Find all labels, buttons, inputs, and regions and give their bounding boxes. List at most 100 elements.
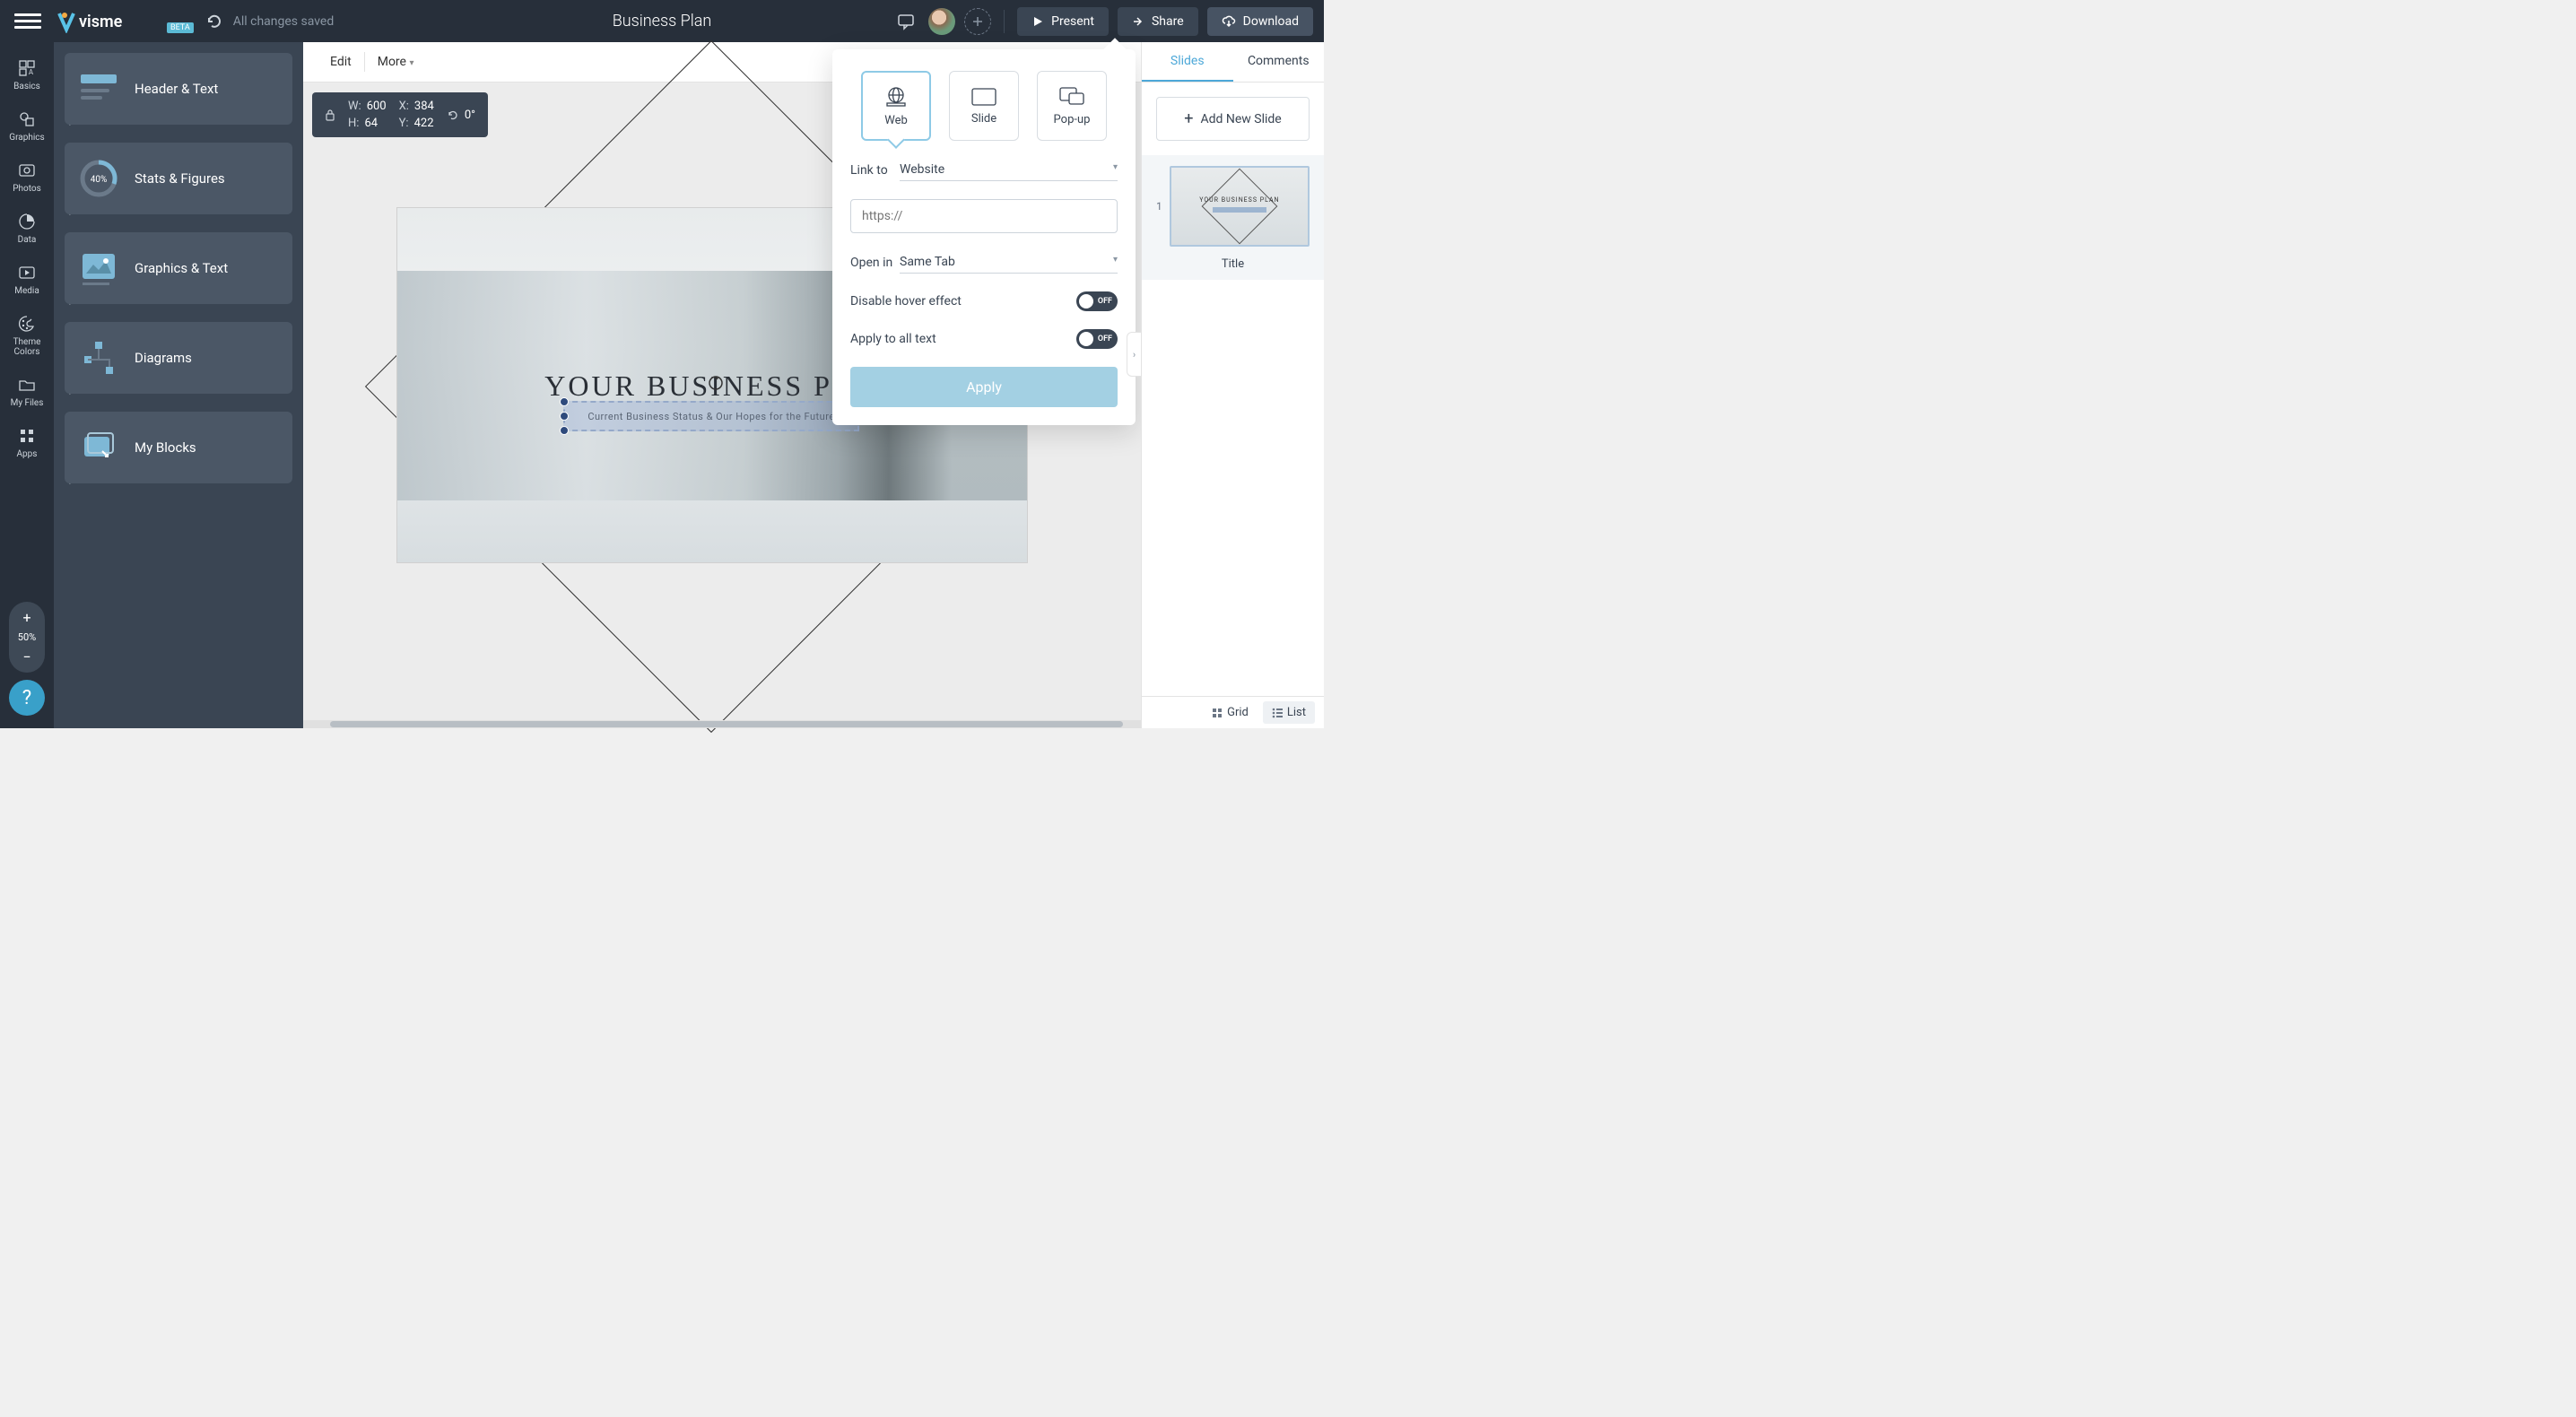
category-diagrams[interactable]: Diagrams bbox=[65, 322, 292, 394]
globe-icon bbox=[884, 85, 908, 109]
list-view-button[interactable]: List bbox=[1263, 701, 1315, 724]
share-button[interactable]: Share bbox=[1118, 7, 1198, 36]
play-icon bbox=[1031, 15, 1044, 28]
chevron-down-icon: ▾ bbox=[1113, 162, 1118, 177]
width-value[interactable]: 600 bbox=[367, 100, 387, 113]
action-tab-label: Slide bbox=[971, 112, 996, 126]
rail-my-files[interactable]: My Files bbox=[0, 366, 54, 417]
thumb-title: YOUR BUSINESS PLAN bbox=[1199, 196, 1279, 204]
category-label: Diagrams bbox=[135, 350, 192, 366]
action-tab-web[interactable]: Web bbox=[861, 71, 931, 141]
apply-button[interactable]: Apply bbox=[850, 367, 1118, 407]
present-button[interactable]: Present bbox=[1017, 7, 1109, 36]
link-to-select[interactable]: Website ▾ bbox=[900, 159, 1118, 181]
document-title[interactable]: Business Plan bbox=[613, 12, 712, 30]
action-tab-label: Web bbox=[884, 114, 908, 127]
zoom-control[interactable]: + 50% − bbox=[9, 602, 45, 673]
header-text-icon bbox=[79, 69, 118, 109]
category-graphics-text[interactable]: Graphics & Text bbox=[65, 232, 292, 304]
stats-figures-icon: 40% bbox=[79, 159, 118, 198]
category-header-text[interactable]: Header & Text bbox=[65, 53, 292, 125]
action-tab-popup[interactable]: Pop-up bbox=[1037, 71, 1107, 141]
zoom-value: 50% bbox=[18, 631, 36, 643]
download-button[interactable]: Download bbox=[1207, 7, 1313, 36]
open-in-select[interactable]: Same Tab ▾ bbox=[900, 251, 1118, 274]
y-label: Y: bbox=[399, 117, 409, 130]
resize-handle[interactable] bbox=[560, 426, 569, 435]
grid-icon bbox=[1212, 708, 1223, 718]
rail-photos-label: Photos bbox=[13, 184, 41, 194]
plus-icon: + bbox=[1184, 109, 1193, 128]
rail-media[interactable]: Media bbox=[0, 254, 54, 305]
rail-data[interactable]: Data bbox=[0, 203, 54, 254]
lock-icon[interactable] bbox=[325, 109, 335, 121]
rotation-control[interactable]: 0° bbox=[447, 109, 475, 122]
help-button[interactable]: ? bbox=[9, 680, 45, 716]
user-avatar[interactable] bbox=[928, 8, 955, 35]
collapse-right-panel-button[interactable]: › bbox=[1127, 332, 1141, 377]
x-value[interactable]: 384 bbox=[414, 100, 434, 113]
edit-menu[interactable]: Edit bbox=[318, 55, 364, 69]
action-tab-label: Pop-up bbox=[1054, 113, 1091, 126]
rail-apps[interactable]: Apps bbox=[0, 417, 54, 468]
slide-thumbnail-item[interactable]: 1 YOUR BUSINESS PLAN bbox=[1142, 155, 1324, 257]
category-label: Stats & Figures bbox=[135, 170, 225, 187]
cloud-download-icon bbox=[1222, 15, 1236, 28]
grid-label: Grid bbox=[1227, 706, 1249, 719]
present-label: Present bbox=[1051, 14, 1094, 29]
slide-label[interactable]: Title bbox=[1142, 257, 1324, 280]
add-collaborator-button[interactable] bbox=[964, 8, 991, 35]
rail-graphics-label: Graphics bbox=[9, 133, 44, 143]
tab-slides[interactable]: Slides bbox=[1142, 42, 1233, 82]
rail-apps-label: Apps bbox=[17, 449, 38, 459]
rotate-icon bbox=[447, 109, 459, 121]
resize-handle[interactable] bbox=[560, 397, 569, 406]
my-blocks-icon bbox=[79, 428, 118, 467]
action-tab-slide[interactable]: Slide bbox=[949, 71, 1019, 141]
category-stats-figures[interactable]: 40% Stats & Figures bbox=[65, 143, 292, 214]
add-new-slide-button[interactable]: + Add New Slide bbox=[1156, 97, 1310, 141]
graphics-text-icon bbox=[79, 248, 118, 288]
slide-thumbnail[interactable]: YOUR BUSINESS PLAN bbox=[1170, 166, 1310, 247]
open-in-value: Same Tab bbox=[900, 255, 955, 269]
add-slide-label: Add New Slide bbox=[1200, 112, 1281, 126]
disable-hover-toggle[interactable]: OFF bbox=[1076, 291, 1118, 311]
x-label: X: bbox=[399, 100, 409, 113]
tab-comments[interactable]: Comments bbox=[1233, 42, 1325, 82]
rail-photos[interactable]: Photos bbox=[0, 152, 54, 203]
horizontal-scrollbar[interactable] bbox=[303, 720, 1141, 728]
width-label: W: bbox=[348, 100, 361, 113]
url-input[interactable] bbox=[850, 199, 1118, 233]
category-label: My Blocks bbox=[135, 439, 196, 456]
category-my-blocks[interactable]: My Blocks bbox=[65, 412, 292, 483]
height-value[interactable]: 64 bbox=[364, 117, 378, 130]
apply-all-toggle[interactable]: OFF bbox=[1076, 329, 1118, 349]
rail-graphics[interactable]: Graphics bbox=[0, 100, 54, 152]
hamburger-menu-icon[interactable] bbox=[14, 8, 41, 35]
rotation-value: 0° bbox=[465, 109, 475, 122]
undo-icon[interactable] bbox=[205, 13, 222, 30]
list-icon bbox=[1272, 708, 1283, 718]
zoom-in-icon[interactable]: + bbox=[22, 609, 30, 626]
popup-icon bbox=[1058, 86, 1085, 108]
rail-theme-colors[interactable]: Theme Colors bbox=[0, 305, 54, 366]
rotate-handle-icon[interactable] bbox=[707, 374, 725, 392]
comments-icon[interactable] bbox=[892, 8, 919, 35]
visme-logo[interactable]: visme BETA bbox=[57, 10, 194, 33]
more-menu[interactable]: More ▾ bbox=[365, 55, 427, 69]
toggle-state: OFF bbox=[1098, 335, 1112, 343]
y-value[interactable]: 422 bbox=[414, 117, 434, 130]
resize-handle[interactable] bbox=[560, 412, 569, 421]
selected-text-element[interactable]: Current Business Status & Our Hopes for … bbox=[563, 401, 859, 431]
grid-view-button[interactable]: Grid bbox=[1203, 701, 1258, 724]
share-icon bbox=[1132, 15, 1144, 28]
rail-basics[interactable]: A Basics bbox=[0, 49, 54, 100]
zoom-out-icon[interactable]: − bbox=[22, 648, 30, 665]
slide-icon bbox=[970, 87, 997, 107]
disable-hover-label: Disable hover effect bbox=[850, 294, 962, 309]
rail-media-label: Media bbox=[14, 286, 39, 296]
slide-subtitle-text: Current Business Status & Our Hopes for … bbox=[587, 411, 834, 422]
open-in-label: Open in bbox=[850, 256, 900, 270]
category-label: Graphics & Text bbox=[135, 260, 228, 276]
share-label: Share bbox=[1152, 14, 1184, 29]
